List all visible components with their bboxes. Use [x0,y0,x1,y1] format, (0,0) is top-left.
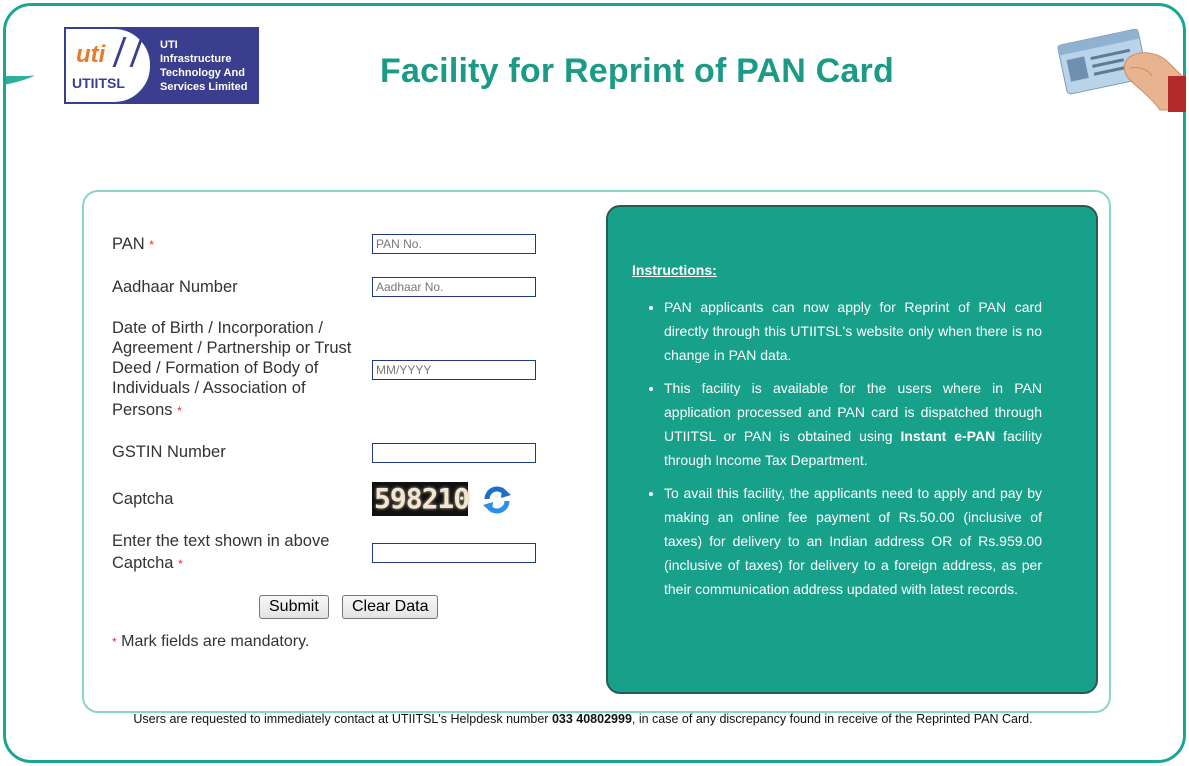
logo-company-line2: Technology And [160,66,245,79]
aadhaar-input[interactable] [372,277,536,297]
instructions-panel: Instructions: PAN applicants can now app… [606,205,1098,694]
captcha-label: Captcha [112,490,174,508]
dob-label-line5: Persons * [112,400,351,421]
instruction-item: This facility is available for the users… [664,376,1042,472]
logo-bars-icon [112,37,144,67]
dob-label-line4: Individuals / Association of [112,379,306,397]
dob-label: Date of Birth / Incorporation / Agreemen… [112,318,351,421]
required-marker: * [149,238,154,252]
mandatory-note: * Mark fields are mandatory. [112,633,309,651]
logo-uti-text: uti [76,41,106,68]
helpdesk-note-text: Users are requested to immediately conta… [133,712,549,726]
pan-input[interactable] [372,234,536,254]
logo-company-line1: UTI Infrastructure [160,38,232,65]
required-marker: * [112,635,117,649]
logo-company-name: UTI Infrastructure Technology And Servic… [152,38,252,94]
logo-mark: uti UTIITSL [64,27,152,104]
gstin-input[interactable] [372,443,536,463]
captcha-entry-label: Enter the text shown in above Captcha * [112,531,329,574]
pan-label: PAN * [112,234,154,255]
pan-card-hand-icon [1057,28,1186,112]
pan-label-text: PAN [112,235,145,253]
instruction-item: PAN applicants can now apply for Reprint… [664,295,1042,367]
refresh-captcha-icon[interactable] [481,484,513,516]
dob-input[interactable] [372,360,536,380]
dob-label-line5-text: Persons [112,401,173,419]
decorative-corner-bottom-right-inner [1103,700,1183,760]
required-marker: * [177,404,182,418]
instructions-title: Instructions: [632,262,717,278]
captcha-entry-label-line1: Enter the text shown in above [112,532,330,550]
instruction-item-bold: Instant e-PAN [900,428,996,444]
captcha-input[interactable] [372,543,536,563]
dob-label-line3: Deed / Formation of Body of [112,359,319,377]
helpdesk-note: Users are requested to immediately conta… [0,712,1166,726]
instructions-list: PAN applicants can now apply for Reprint… [664,295,1042,610]
captcha-entry-label-line2: Captcha * [112,553,329,574]
required-marker: * [178,557,183,571]
helpdesk-note-text: , in case of any discrepancy found in re… [631,712,1033,726]
submit-button[interactable]: Submit [259,595,329,619]
helpdesk-number: 033 40802999 [551,712,632,726]
page-title: Facility for Reprint of PAN Card [380,52,894,90]
mandatory-note-text: Mark fields are mandatory. [121,633,310,650]
logo-company-line3: Services Limited [160,80,248,93]
utiitsl-logo: uti UTIITSL UTI Infrastructure Technolog… [64,27,259,104]
logo-brand-name: UTIITSL [72,75,125,91]
gstin-label: GSTIN Number [112,443,226,461]
instruction-item: To avail this facility, the applicants n… [664,481,1042,601]
dob-label-line1: Date of Birth / Incorporation / [112,319,323,337]
dob-label-line2: Agreement / Partnership or Trust [112,339,352,357]
captcha-entry-label-line2-text: Captcha [112,554,174,572]
aadhaar-label: Aadhaar Number [112,278,238,296]
clear-data-button[interactable]: Clear Data [342,595,439,619]
captcha-image: 598210 [372,482,470,516]
